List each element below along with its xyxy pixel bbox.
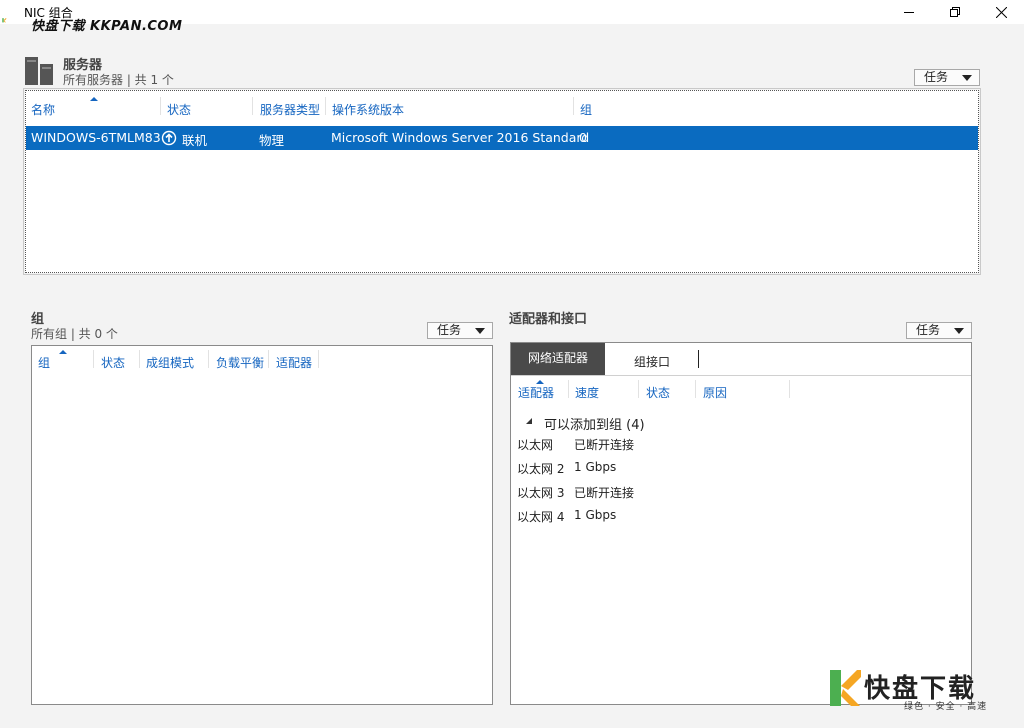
column-divider[interactable]	[93, 350, 94, 368]
server-type: 物理	[259, 133, 285, 148]
col-header-server-type[interactable]: 服务器类型	[260, 101, 320, 118]
servers-tasks-label: 任务	[924, 70, 949, 84]
server-teams: 0	[579, 130, 587, 145]
server-name: WINDOWS-6TMLM83	[31, 130, 161, 145]
adapter-name[interactable]: 以太网 4	[517, 508, 564, 525]
column-divider[interactable]	[208, 350, 209, 368]
adapter-speed: 已断开连接	[574, 486, 635, 500]
watermark-top-text: 快盘下载 KKPAN.COM	[31, 19, 183, 34]
servers-tasks-button[interactable]: 任务	[914, 69, 980, 86]
tab-divider	[511, 375, 971, 376]
adapters-tasks-button[interactable]: 任务	[906, 322, 972, 339]
adapters-title: 适配器和接口	[509, 312, 588, 327]
col-header-team-status[interactable]: 状态	[101, 354, 125, 371]
adapter-speed: 已断开连接	[574, 438, 635, 452]
watermark-bottom-subtext: 绿色 · 安全 · 高速	[904, 702, 988, 712]
col-header-reason[interactable]: 原因	[703, 384, 727, 401]
sort-ascending-icon	[90, 97, 98, 101]
tab-network-adapters[interactable]: 网络适配器	[511, 343, 605, 375]
online-arrow-icon	[161, 130, 177, 146]
teams-subtitle: 所有组 | 共 0 个	[31, 327, 118, 341]
teams-tasks-label: 任务	[437, 323, 462, 337]
column-divider[interactable]	[573, 97, 574, 115]
servers-subtitle: 所有服务器 | 共 1 个	[63, 73, 174, 87]
group-header[interactable]: 可以添加到组 (4)	[544, 414, 645, 433]
close-button[interactable]	[978, 0, 1024, 24]
tab-team-interfaces[interactable]: 组接口	[634, 353, 670, 370]
minimize-button[interactable]	[886, 0, 932, 24]
chevron-down-icon	[954, 328, 964, 334]
table-row[interactable]: WINDOWS-6TMLM83 联机 物理 Microsoft Windows …	[26, 126, 978, 150]
column-divider[interactable]	[139, 350, 140, 368]
kkpan-logo-icon	[2, 18, 7, 23]
server-status: 联机	[182, 133, 208, 148]
adapter-speed: 1 Gbps	[574, 460, 617, 474]
teams-table	[31, 345, 493, 705]
column-divider[interactable]	[789, 380, 790, 398]
col-header-teaming-mode[interactable]: 成组模式	[146, 354, 194, 371]
column-divider[interactable]	[638, 380, 639, 398]
adapter-speed: 1 Gbps	[574, 508, 617, 522]
server-os: Microsoft Windows Server 2016 Standard	[331, 130, 590, 145]
column-divider[interactable]	[252, 97, 253, 115]
adapters-tasks-label: 任务	[916, 323, 941, 337]
adapter-name[interactable]: 以太网 2	[517, 460, 564, 477]
col-header-adapter[interactable]: 适配器	[518, 384, 554, 401]
text-cursor	[698, 350, 699, 368]
col-header-speed[interactable]: 速度	[575, 384, 599, 401]
teams-tasks-button[interactable]: 任务	[427, 322, 493, 339]
column-divider[interactable]	[268, 350, 269, 368]
sort-ascending-icon	[59, 350, 67, 354]
collapse-triangle-icon[interactable]	[525, 417, 533, 425]
col-header-adapter-status[interactable]: 状态	[646, 384, 670, 401]
col-header-status[interactable]: 状态	[167, 101, 191, 118]
adapter-name[interactable]: 以太网 3	[517, 484, 564, 501]
server-icon	[25, 57, 53, 85]
col-header-name[interactable]: 名称	[31, 101, 55, 118]
column-divider[interactable]	[325, 97, 326, 115]
chevron-down-icon	[475, 328, 485, 334]
kkpan-watermark-icon	[830, 670, 861, 706]
col-header-teams[interactable]: 组	[580, 101, 592, 118]
col-header-team[interactable]: 组	[38, 354, 50, 371]
chevron-down-icon	[962, 75, 972, 81]
column-divider[interactable]	[695, 380, 696, 398]
col-header-adapters[interactable]: 适配器	[276, 354, 312, 371]
col-header-os-version[interactable]: 操作系统版本	[332, 101, 404, 118]
restore-icon	[950, 7, 960, 17]
column-divider[interactable]	[318, 350, 319, 368]
column-divider[interactable]	[568, 380, 569, 398]
close-icon	[995, 6, 1007, 18]
column-divider[interactable]	[160, 97, 161, 115]
col-header-load-balancing[interactable]: 负载平衡	[216, 354, 264, 371]
restore-button[interactable]	[932, 0, 978, 24]
adapter-name[interactable]: 以太网	[517, 436, 553, 453]
minimize-icon	[904, 12, 914, 13]
